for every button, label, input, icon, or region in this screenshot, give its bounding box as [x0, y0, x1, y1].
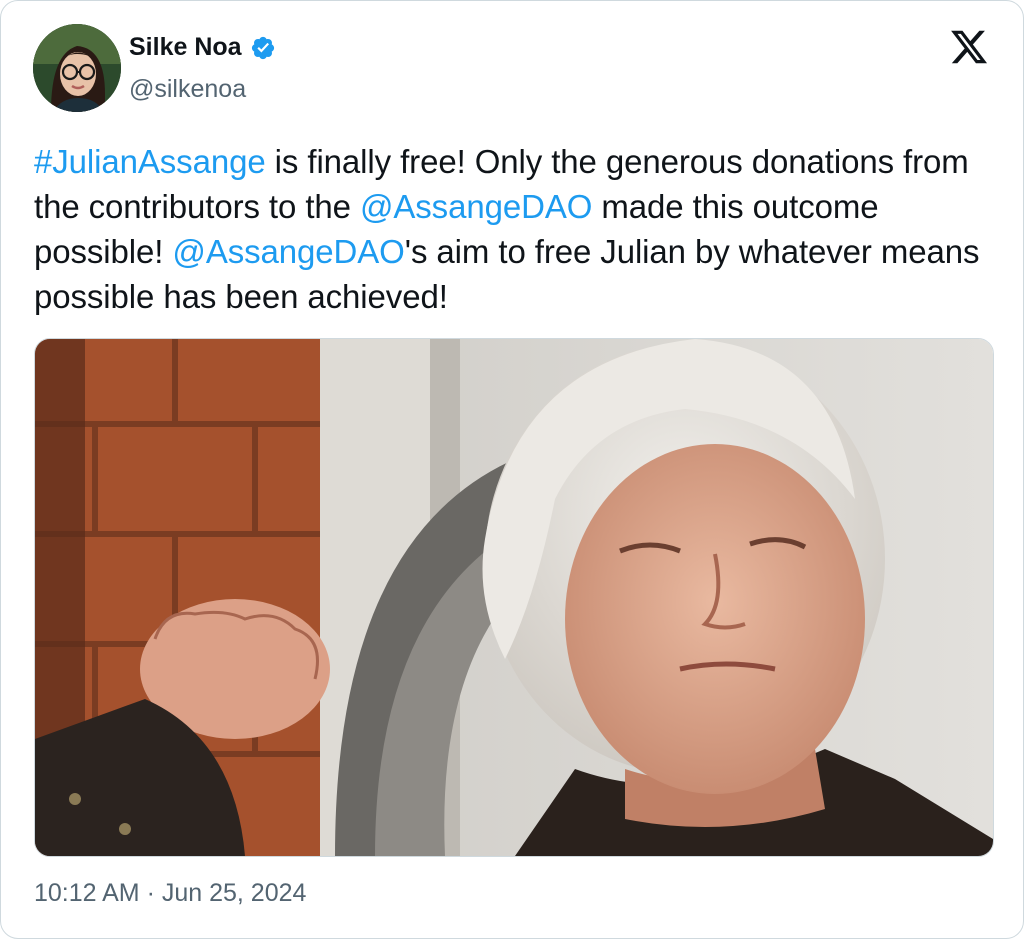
- mention-link[interactable]: @AssangeDAO: [360, 188, 592, 225]
- author-display-name[interactable]: Silke Noa: [129, 33, 242, 62]
- author-name-row[interactable]: Silke Noa: [129, 33, 276, 62]
- mention-link[interactable]: @AssangeDAO: [172, 233, 404, 270]
- avatar-image: [33, 24, 121, 112]
- tweet-text: #JulianAssange is finally free! Only the…: [34, 139, 999, 319]
- avatar[interactable]: [33, 24, 121, 112]
- tweet-timestamp[interactable]: 10:12 AM · Jun 25, 2024: [34, 879, 306, 908]
- x-logo-icon[interactable]: [949, 27, 989, 67]
- tweet-media-photo[interactable]: [34, 338, 994, 857]
- verified-badge-icon: [251, 36, 274, 59]
- author-handle[interactable]: @silkenoa: [129, 75, 246, 104]
- hashtag-link[interactable]: #JulianAssange: [34, 143, 266, 180]
- photo-image: [35, 339, 993, 856]
- tweet-card: Silke Noa @silkenoa #JulianAssange is fi…: [0, 0, 1024, 939]
